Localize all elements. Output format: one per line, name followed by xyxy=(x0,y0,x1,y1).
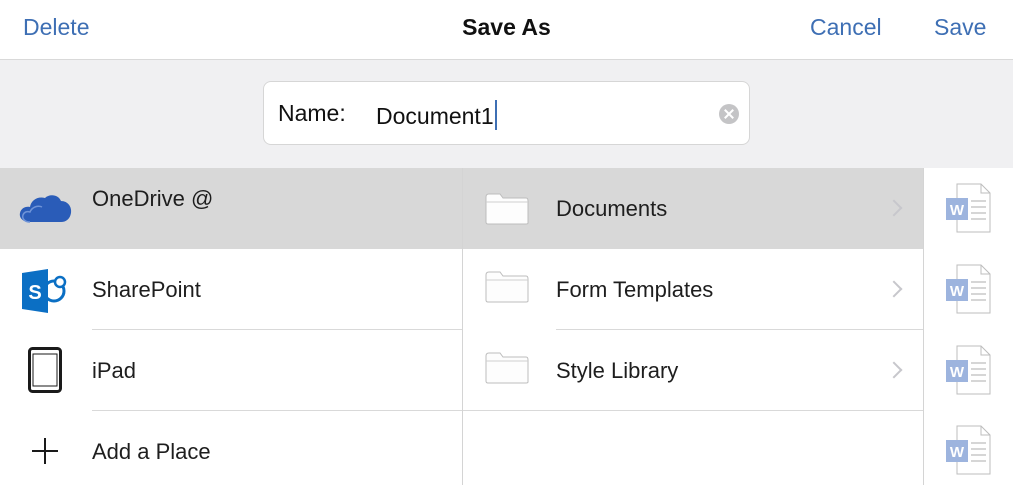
name-input[interactable]: Document1 xyxy=(376,100,497,130)
chevron-right-icon xyxy=(885,199,903,217)
folder-icon xyxy=(485,352,529,384)
word-document-icon[interactable]: W xyxy=(945,183,991,233)
ipad-icon xyxy=(28,347,62,393)
place-item-add[interactable]: Add a Place xyxy=(0,411,462,492)
name-field[interactable]: Name: Document1 xyxy=(263,81,750,145)
divider xyxy=(463,410,923,411)
plus-icon xyxy=(32,438,58,464)
place-item-label: Add a Place xyxy=(92,439,211,464)
name-input-value: Document1 xyxy=(376,103,494,129)
name-field-label: Name: xyxy=(278,100,346,126)
onedrive-cloud-icon xyxy=(19,195,72,223)
folder-item-documents[interactable]: Documents xyxy=(463,168,923,249)
place-item-label: iPad xyxy=(92,358,137,383)
place-item-label: OneDrive @ xyxy=(92,186,214,211)
navigation-bar: Delete Save As Cancel Save xyxy=(0,0,1013,60)
chevron-right-icon xyxy=(885,280,903,298)
word-document-icon[interactable]: W xyxy=(945,425,991,475)
folders-list: Documents Form Templates Style Library xyxy=(463,168,924,485)
svg-text:W: W xyxy=(950,364,965,381)
documents-column: W W W W xyxy=(924,168,1013,485)
sharepoint-icon: S xyxy=(22,269,67,313)
word-document-icon[interactable]: W xyxy=(945,345,991,395)
folder-item-label: Style Library xyxy=(556,358,679,383)
folder-item-label: Documents xyxy=(556,196,668,221)
place-item-label: SharePoint xyxy=(92,277,201,302)
place-item-sharepoint[interactable]: S SharePoint xyxy=(0,249,462,330)
text-caret xyxy=(494,100,497,130)
folder-item-style-library[interactable]: Style Library xyxy=(463,330,923,411)
place-item-ipad[interactable]: iPad xyxy=(0,330,462,411)
svg-text:W: W xyxy=(950,202,965,219)
name-bar: Name: Document1 xyxy=(0,60,1013,168)
folder-item-label: Form Templates xyxy=(556,277,714,302)
cancel-button[interactable]: Cancel xyxy=(810,14,882,41)
folder-icon xyxy=(485,193,529,225)
word-document-icon[interactable]: W xyxy=(945,264,991,314)
folder-item-form-templates[interactable]: Form Templates xyxy=(463,249,923,330)
folder-icon xyxy=(485,271,529,303)
svg-text:W: W xyxy=(950,444,965,461)
places-list: OneDrive @ S SharePoint iPad Add a Place xyxy=(0,168,463,485)
svg-text:S: S xyxy=(28,282,41,304)
save-button[interactable]: Save xyxy=(934,14,986,41)
place-item-onedrive[interactable]: OneDrive @ xyxy=(0,168,462,249)
chevron-right-icon xyxy=(885,361,903,379)
svg-text:W: W xyxy=(950,283,965,300)
clear-text-icon[interactable] xyxy=(719,104,739,124)
